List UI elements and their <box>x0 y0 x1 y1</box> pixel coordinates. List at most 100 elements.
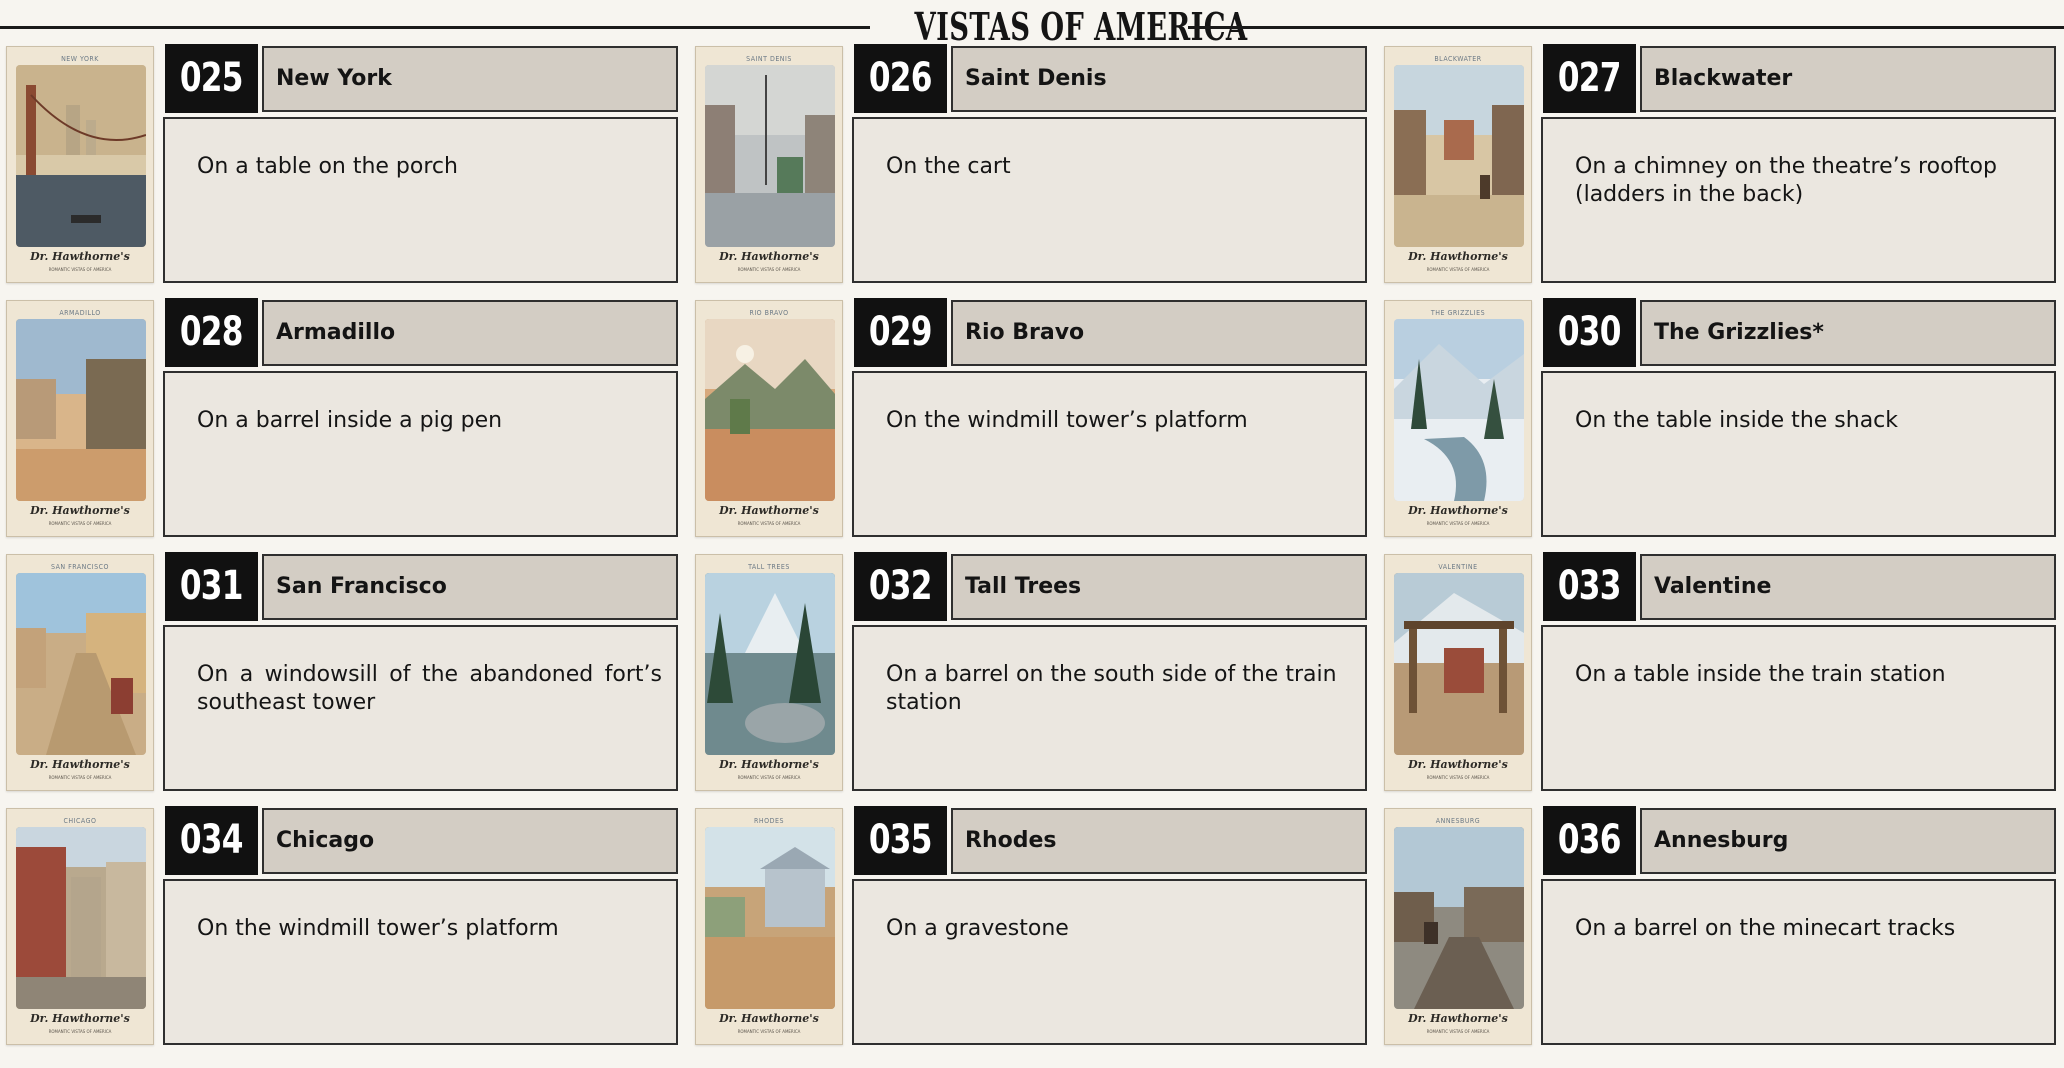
vista-name: Tall Trees <box>965 574 1082 599</box>
vista-name-box: Armadillo <box>262 300 678 366</box>
page-title: VISTAS OF AMERICA <box>914 4 1248 49</box>
vista-location: On the cart <box>886 154 1011 179</box>
vista-card: ARMADILLO Dr. Hawthorne's ROMANTIC VISTA… <box>6 300 154 537</box>
vista-card: RHODES Dr. Hawthorne's ROMANTIC VISTAS O… <box>695 808 843 1045</box>
card-title: RIO BRAVO <box>749 309 789 317</box>
card-title: THE GRIZZLIES <box>1430 309 1486 317</box>
vista-location: On a gravestone <box>886 916 1069 941</box>
vista-entry-030: THE GRIZZLIES Dr. Hawthorne's ROMANTIC V… <box>1378 298 2064 538</box>
card-art-rhodes <box>705 827 835 1009</box>
card-art-chicago <box>16 827 146 1009</box>
card-brand: Dr. Hawthorne's <box>1408 504 1508 517</box>
card-brand-subtitle: ROMANTIC VISTAS OF AMERICA <box>48 267 112 272</box>
vista-entry-025: NEW YORK Dr. Hawthorne's ROMANTIC VISTAS… <box>0 44 686 284</box>
vista-card: NEW YORK Dr. Hawthorne's ROMANTIC VISTAS… <box>6 46 154 283</box>
vista-location: On a table on the porch <box>197 154 458 179</box>
vista-card: SAN FRANCISCO Dr. Hawthorne's ROMANTIC V… <box>6 554 154 791</box>
vista-location-box: On the table inside the shack <box>1541 371 2056 537</box>
vista-entry-031: SAN FRANCISCO Dr. Hawthorne's ROMANTIC V… <box>0 552 686 792</box>
card-brand-subtitle: ROMANTIC VISTAS OF AMERICA <box>737 267 801 272</box>
card-brand: Dr. Hawthorne's <box>719 1012 819 1025</box>
vista-number: 032 <box>854 552 947 621</box>
card-art-rio-bravo <box>705 319 835 501</box>
vista-location-box: On a barrel inside a pig pen <box>163 371 678 537</box>
vista-name: San Francisco <box>276 574 447 599</box>
vista-number: 025 <box>165 44 258 113</box>
card-brand-subtitle: ROMANTIC VISTAS OF AMERICA <box>1426 267 1490 272</box>
card-brand-subtitle: ROMANTIC VISTAS OF AMERICA <box>737 1029 801 1034</box>
vista-location-box: On the cart <box>852 117 1367 283</box>
vista-number: 031 <box>165 552 258 621</box>
card-title: RHODES <box>754 817 784 825</box>
vista-name: Chicago <box>276 828 375 853</box>
vista-card: THE GRIZZLIES Dr. Hawthorne's ROMANTIC V… <box>1384 300 1532 537</box>
vista-number: 036 <box>1543 806 1636 875</box>
vista-number: 026 <box>854 44 947 113</box>
card-brand-subtitle: ROMANTIC VISTAS OF AMERICA <box>48 1029 112 1034</box>
vista-name-box: Saint Denis <box>951 46 1367 112</box>
card-brand: Dr. Hawthorne's <box>30 504 130 517</box>
card-title: ANNESBURG <box>1435 817 1481 825</box>
vista-name-box: Blackwater <box>1640 46 2056 112</box>
vista-number: 035 <box>854 806 947 875</box>
card-art-san-francisco <box>16 573 146 755</box>
card-brand-subtitle: ROMANTIC VISTAS OF AMERICA <box>737 521 801 526</box>
vista-location: On a chimney on the theatre’s rooftop (l… <box>1575 154 1997 207</box>
vista-entry-029: RIO BRAVO Dr. Hawthorne's ROMANTIC VISTA… <box>689 298 1375 538</box>
card-title: SAINT DENIS <box>746 55 792 63</box>
vista-location-box: On a barrel on the minecart tracks <box>1541 879 2056 1045</box>
vista-name: Armadillo <box>276 320 396 345</box>
vista-name-box: Rio Bravo <box>951 300 1367 366</box>
vista-name-box: The Grizzlies* <box>1640 300 2056 366</box>
card-art-the-grizzlies <box>1394 319 1524 501</box>
vista-card: TALL TREES Dr. Hawthorne's ROMANTIC VIST… <box>695 554 843 791</box>
card-art-new-york <box>16 65 146 247</box>
vista-entry-034: CHICAGO Dr. Hawthorne's ROMANTIC VISTAS … <box>0 806 686 1046</box>
vista-card: RIO BRAVO Dr. Hawthorne's ROMANTIC VISTA… <box>695 300 843 537</box>
vista-location: On a windowsill of the abandoned fort’s … <box>197 662 662 715</box>
vista-location-box: On a table on the porch <box>163 117 678 283</box>
vista-number: 029 <box>854 298 947 367</box>
vista-location: On the windmill tower’s platform <box>886 408 1248 433</box>
header-rule-right <box>1188 26 2064 29</box>
vista-number: 027 <box>1543 44 1636 113</box>
vista-card: ANNESBURG Dr. Hawthorne's ROMANTIC VISTA… <box>1384 808 1532 1045</box>
vista-card: SAINT DENIS Dr. Hawthorne's ROMANTIC VIS… <box>695 46 843 283</box>
card-brand: Dr. Hawthorne's <box>30 250 130 263</box>
vista-name-box: Chicago <box>262 808 678 874</box>
vista-entry-032: TALL TREES Dr. Hawthorne's ROMANTIC VIST… <box>689 552 1375 792</box>
vista-name: New York <box>276 66 392 91</box>
vista-entry-027: BLACKWATER Dr. Hawthorne's ROMANTIC VIST… <box>1378 44 2064 284</box>
card-title: BLACKWATER <box>1434 55 1482 63</box>
vista-location-box: On a chimney on the theatre’s rooftop (l… <box>1541 117 2056 283</box>
vista-number: 034 <box>165 806 258 875</box>
vista-location-box: On a windowsill of the abandoned fort’s … <box>163 625 678 791</box>
vista-name: The Grizzlies* <box>1654 320 1824 345</box>
vista-name-box: Valentine <box>1640 554 2056 620</box>
card-title: TALL TREES <box>748 563 790 571</box>
card-brand: Dr. Hawthorne's <box>30 758 130 771</box>
vista-name-box: San Francisco <box>262 554 678 620</box>
vista-location: On the table inside the shack <box>1575 408 1899 433</box>
vista-location-box: On a table inside the train station <box>1541 625 2056 791</box>
vista-card: VALENTINE Dr. Hawthorne's ROMANTIC VISTA… <box>1384 554 1532 791</box>
card-brand: Dr. Hawthorne's <box>30 1012 130 1025</box>
card-art-annesburg <box>1394 827 1524 1009</box>
vista-card: CHICAGO Dr. Hawthorne's ROMANTIC VISTAS … <box>6 808 154 1045</box>
vista-location: On the windmill tower’s platform <box>197 916 559 941</box>
vista-name: Annesburg <box>1654 828 1789 853</box>
vista-number: 030 <box>1543 298 1636 367</box>
card-title: CHICAGO <box>63 817 97 825</box>
card-brand: Dr. Hawthorne's <box>1408 758 1508 771</box>
card-brand-subtitle: ROMANTIC VISTAS OF AMERICA <box>1426 1029 1490 1034</box>
card-brand-subtitle: ROMANTIC VISTAS OF AMERICA <box>48 775 112 780</box>
card-brand: Dr. Hawthorne's <box>719 758 819 771</box>
vista-location: On a table inside the train station <box>1575 662 1946 687</box>
card-brand-subtitle: ROMANTIC VISTAS OF AMERICA <box>1426 521 1490 526</box>
vista-name: Rhodes <box>965 828 1057 853</box>
vista-name-box: New York <box>262 46 678 112</box>
vista-name: Blackwater <box>1654 66 1793 91</box>
card-art-valentine <box>1394 573 1524 755</box>
vista-entry-028: ARMADILLO Dr. Hawthorne's ROMANTIC VISTA… <box>0 298 686 538</box>
vista-name-box: Tall Trees <box>951 554 1367 620</box>
